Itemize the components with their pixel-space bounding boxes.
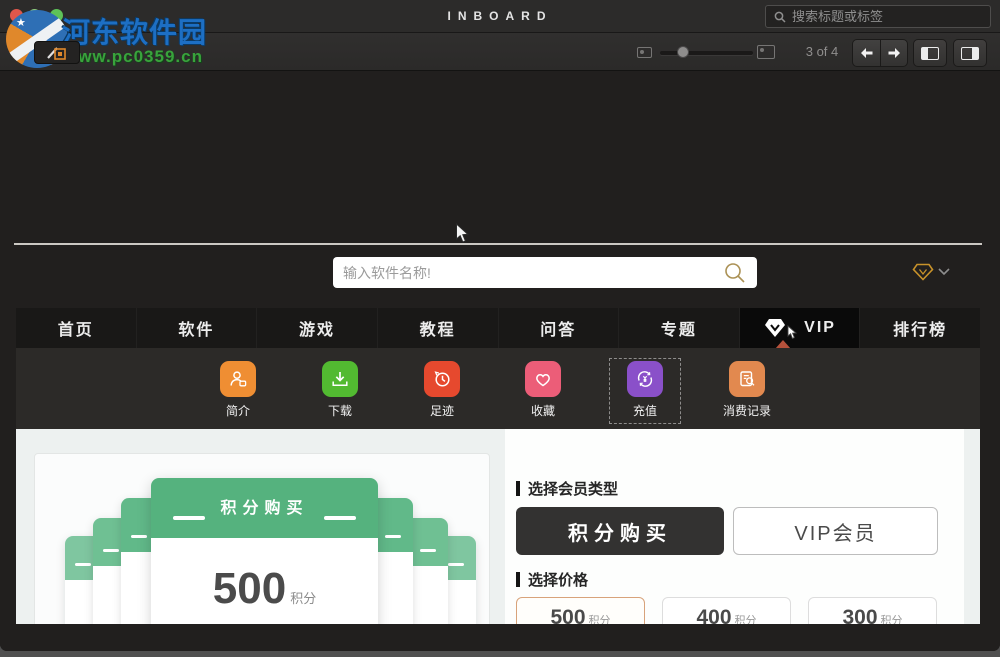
nav-tab-label: 问答 bbox=[540, 316, 576, 340]
arrow-left-icon bbox=[859, 45, 875, 61]
history-icon bbox=[424, 361, 460, 397]
watermark-star-icon: ★ bbox=[16, 16, 26, 29]
action-label: 下载 bbox=[300, 402, 380, 419]
points-card-panel: 积分购买 500 积分 bbox=[34, 453, 490, 624]
inboard-window: INBOARD 3 of 4 bbox=[0, 0, 1000, 651]
points-value: 500 bbox=[213, 564, 286, 613]
library-search-input[interactable] bbox=[792, 9, 982, 24]
zoom-out-thumbnail-icon[interactable] bbox=[637, 47, 652, 58]
nav-tab-software: 软件 bbox=[137, 308, 258, 348]
left-panel-icon bbox=[921, 47, 939, 60]
price-option-300[interactable]: 300 积分 bbox=[808, 597, 937, 624]
screenshot-top-edge bbox=[14, 243, 982, 245]
arrow-right-icon bbox=[886, 45, 902, 61]
nav-tab-vip: VIP bbox=[740, 308, 861, 348]
points-unit: 积分 bbox=[290, 591, 316, 606]
price-value: 400 bbox=[696, 606, 731, 624]
points-card-title: 积分购买 bbox=[151, 494, 378, 518]
toggle-right-panel-button[interactable] bbox=[953, 39, 987, 67]
image-canvas[interactable]: 首页 软件 游戏 教程 问答 专题 VIP 排行榜 bbox=[0, 71, 1000, 651]
page-indicator: 3 of 4 bbox=[798, 33, 846, 71]
search-icon bbox=[723, 261, 747, 285]
records-icon bbox=[729, 361, 765, 397]
site-navbar: 首页 软件 游戏 教程 问答 专题 VIP 排行榜 bbox=[16, 308, 980, 348]
nav-tab-topics: 专题 bbox=[619, 308, 740, 348]
nav-tab-label: 排行榜 bbox=[893, 316, 947, 340]
price-unit: 积分 bbox=[589, 612, 611, 624]
previous-image-button[interactable] bbox=[852, 39, 880, 67]
screen: INBOARD 3 of 4 bbox=[0, 0, 1000, 657]
zoom-in-thumbnail-icon[interactable] bbox=[757, 45, 775, 59]
nav-tab-tutorials: 教程 bbox=[378, 308, 499, 348]
navigation-arrows bbox=[852, 39, 908, 67]
heading-text: 选择会员类型 bbox=[528, 478, 618, 499]
nav-tab-label: 软件 bbox=[178, 316, 214, 340]
button-label: 积分购买 bbox=[568, 517, 672, 546]
heading-text: 选择价格 bbox=[528, 569, 588, 590]
nav-tab-label: 专题 bbox=[661, 316, 697, 340]
nav-tab-label: 教程 bbox=[420, 316, 456, 340]
action-label: 足迹 bbox=[402, 402, 482, 419]
action-purchase-records: 消费记录 bbox=[707, 361, 787, 419]
heading-bar bbox=[516, 572, 520, 587]
nav-tab-label: VIP bbox=[804, 319, 836, 337]
annotate-icon bbox=[45, 44, 69, 62]
purchase-options-panel: 选择会员类型 积分购买 VIP会员 选择价格 500 积分 400 积分 bbox=[505, 429, 964, 624]
price-option-500[interactable]: 500 积分 bbox=[516, 597, 645, 624]
selected-points-card[interactable]: 积分购买 500 积分 bbox=[151, 478, 378, 624]
search-icon bbox=[774, 11, 786, 23]
action-profile: 简介 bbox=[198, 361, 278, 419]
points-amount: 500 积分 bbox=[151, 564, 378, 614]
heart-icon bbox=[525, 361, 561, 397]
profile-icon bbox=[220, 361, 256, 397]
action-label: 简介 bbox=[198, 402, 278, 419]
button-label: VIP会员 bbox=[794, 517, 876, 546]
vip-status-badge bbox=[912, 263, 950, 281]
member-type-vip-button[interactable]: VIP会员 bbox=[733, 507, 938, 555]
right-panel-icon bbox=[961, 47, 979, 60]
nav-tab-home: 首页 bbox=[16, 308, 137, 348]
action-recharge: 充值 bbox=[605, 361, 685, 419]
next-image-button[interactable] bbox=[880, 39, 908, 67]
nav-tab-label: 首页 bbox=[58, 316, 94, 340]
price-unit: 积分 bbox=[735, 612, 757, 624]
zoom-slider-handle[interactable] bbox=[677, 46, 689, 58]
price-unit: 积分 bbox=[881, 612, 903, 624]
watermark-site-url: www.pc0359.cn bbox=[64, 47, 203, 67]
watermark-site-name: 河东软件园 bbox=[62, 11, 207, 51]
annotate-button[interactable] bbox=[34, 41, 80, 64]
recharge-icon bbox=[627, 361, 663, 397]
action-history: 足迹 bbox=[402, 361, 482, 419]
library-search-field[interactable] bbox=[765, 5, 991, 28]
white-gem-icon bbox=[763, 318, 787, 338]
software-search-input bbox=[343, 265, 723, 281]
nav-tab-label: 游戏 bbox=[299, 316, 335, 340]
software-search-bar bbox=[333, 257, 757, 288]
download-icon bbox=[322, 361, 358, 397]
mouse-pointer-icon bbox=[787, 325, 799, 340]
action-label: 充值 bbox=[605, 402, 685, 419]
price-value: 500 bbox=[550, 606, 585, 624]
heading-bar bbox=[516, 481, 520, 496]
price-heading: 选择价格 bbox=[516, 569, 588, 590]
nav-tab-ranking: 排行榜 bbox=[860, 308, 980, 348]
nav-tab-qa: 问答 bbox=[499, 308, 620, 348]
decor-dash bbox=[324, 516, 356, 520]
nav-tab-games: 游戏 bbox=[257, 308, 378, 348]
price-option-400[interactable]: 400 积分 bbox=[662, 597, 791, 624]
action-download: 下载 bbox=[300, 361, 380, 419]
member-type-heading: 选择会员类型 bbox=[516, 478, 618, 499]
gold-gem-icon bbox=[912, 263, 934, 281]
toggle-left-panel-button[interactable] bbox=[913, 39, 947, 67]
cursor-arrow-icon bbox=[455, 223, 470, 244]
action-label: 消费记录 bbox=[707, 402, 787, 419]
purchase-section: 积分购买 500 积分 选择会员类型 积分购买 VIP会员 bbox=[16, 429, 980, 624]
price-value: 300 bbox=[842, 606, 877, 624]
chevron-down-icon bbox=[938, 268, 950, 276]
action-label: 收藏 bbox=[503, 402, 583, 419]
member-type-points-button[interactable]: 积分购买 bbox=[516, 507, 724, 555]
zoom-slider-track[interactable] bbox=[660, 51, 753, 55]
action-favorites: 收藏 bbox=[503, 361, 583, 419]
account-action-row: 简介 下载 足迹 bbox=[16, 348, 980, 429]
